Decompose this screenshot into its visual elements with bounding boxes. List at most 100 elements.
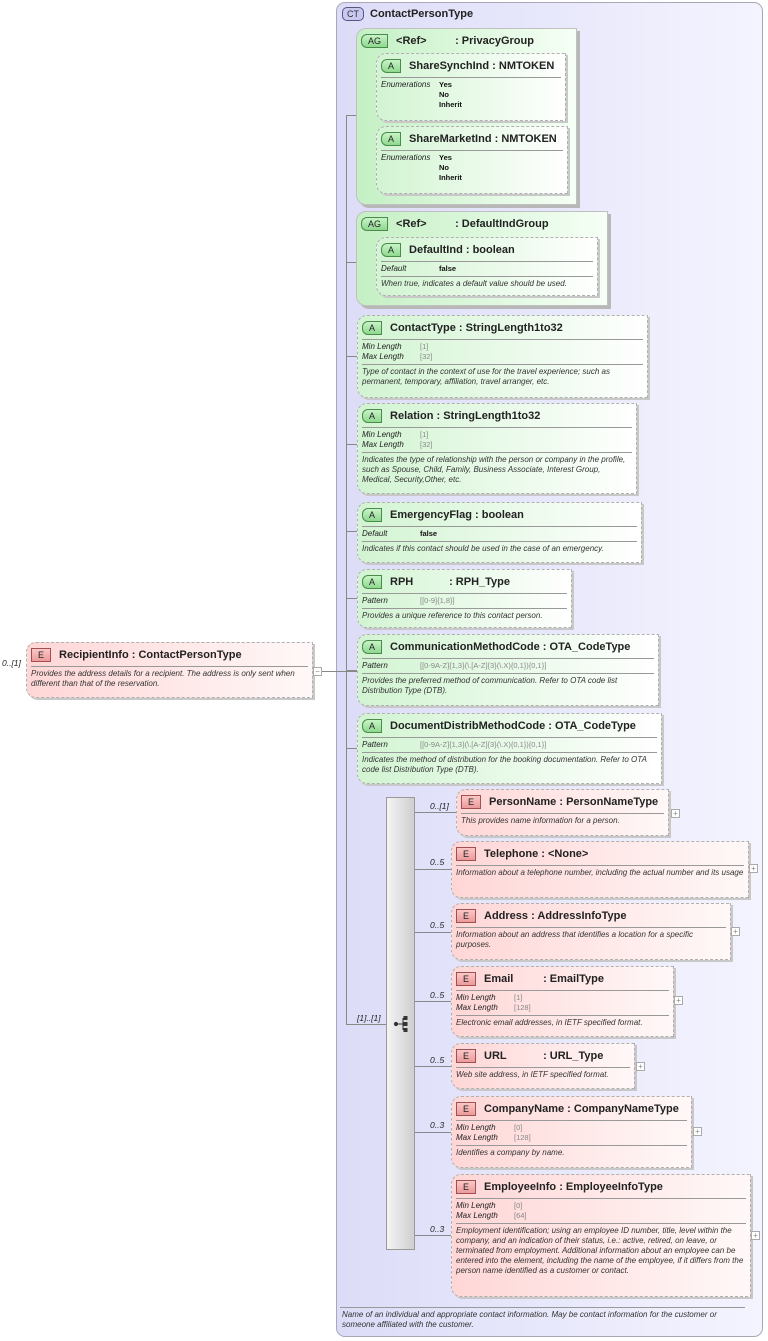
box-name: Relation	[390, 410, 434, 422]
attribute-ota_codetype-documentdistribmethodcode[interactable]: A DocumentDistribMethodCode : OTA_CodeTyp…	[357, 713, 662, 784]
attribute-badge-icon: A	[381, 59, 402, 73]
expand-icon[interactable]: +	[693, 1127, 702, 1136]
box-header: A ContactType : StringLength1to32	[358, 316, 647, 339]
attribute-stringlength1to32-relation[interactable]: A Relation : StringLength1to32 Min Length[…	[357, 403, 637, 494]
facet-value: [1]	[420, 430, 429, 439]
expand-icon[interactable]: +	[751, 1231, 760, 1240]
attribute-boolean-emergencyflag[interactable]: A EmergencyFlag : boolean Default false Indi…	[357, 502, 642, 563]
box-documentation: Indicates if this contact should be used…	[362, 544, 604, 553]
facet-list: Enumerations Yes No Inherit	[377, 78, 565, 112]
facet-label: Pattern	[362, 740, 388, 749]
element-emailtype-email[interactable]: E Email : EmailType Min Length [1] Max Lengt…	[451, 966, 674, 1037]
expand-icon[interactable]: +	[671, 809, 680, 818]
attribute-group-badge-icon: AG	[361, 217, 389, 231]
expand-icon[interactable]: +	[731, 927, 740, 936]
box-header: E URL : URL_Type	[452, 1044, 634, 1067]
box-name: DocumentDistribMethodCode	[390, 720, 546, 732]
box-documentation: This provides name information for a per…	[461, 816, 620, 825]
box-name: <Ref>	[396, 35, 427, 47]
box-name: URL	[484, 1050, 507, 1062]
element-cardinality: 0..3	[430, 1224, 445, 1234]
box-documentation: Information about a telephone number, in…	[456, 868, 744, 877]
box-header: E EmployeeInfo : EmployeeInfoType	[452, 1175, 750, 1198]
element-documentation: Provides the address details for a recip…	[31, 669, 295, 688]
expand-icon[interactable]: +	[674, 996, 683, 1005]
complex-type-documentation: Name of an individual and appropriate co…	[342, 1310, 717, 1329]
box-name: CompanyName	[484, 1103, 565, 1115]
attribute-group-badge-icon: AG	[361, 34, 389, 48]
box-header: A DocumentDistribMethodCode : OTA_CodeTyp…	[358, 714, 661, 737]
expand-icon[interactable]: +	[636, 1062, 645, 1071]
facet-row: Pattern [[0-9]{1,8}]	[362, 596, 567, 606]
box-documentation: Provides a unique reference to this cont…	[362, 611, 543, 620]
box-name: <Ref>	[396, 218, 427, 230]
facet-label: Min Length	[362, 430, 402, 439]
element-employeeinfotype-employeeinfo[interactable]: E EmployeeInfo : EmployeeInfoType Min Leng…	[451, 1174, 751, 1297]
element-companynametype-companyname[interactable]: E CompanyName : CompanyNameType Min Length…	[451, 1096, 692, 1168]
box-type: URL_Type	[549, 1050, 604, 1062]
box-documentation: Provides the preferred method of communi…	[362, 676, 618, 695]
box-type: CompanyNameType	[573, 1103, 679, 1115]
element-url_type-url[interactable]: E URL : URL_Type Web site address, in IETF…	[451, 1043, 635, 1089]
enumeration-value: Yes	[439, 80, 452, 89]
box-documentation: Information about an address that identi…	[456, 930, 694, 949]
facet-value: [[0-9A-Z]{1,3}(\.[A-Z]{3}(\.X){0,1}){0,1…	[420, 661, 547, 670]
box-type: PrivacyGroup	[461, 35, 534, 47]
box-type: <None>	[548, 848, 589, 860]
attribute-nmtoken-sharemarketind[interactable]: A ShareMarketInd : NMTOKEN Enumerations Yes…	[376, 126, 568, 194]
element-cardinality: 0..[1]	[430, 801, 449, 811]
box-header: E Address : AddressInfoType	[452, 904, 730, 927]
box-documentation: Indicates the type of relationship with …	[362, 455, 626, 484]
box-documentation: Electronic email addresses, in IETF spec…	[456, 1018, 643, 1027]
attribute-boolean-defaultind[interactable]: A DefaultInd : boolean Default false When tr…	[376, 237, 598, 296]
facet-row: Min Length [0]	[456, 1123, 687, 1133]
box-header: E PersonName : PersonNameType	[457, 790, 668, 813]
attribute-badge-icon: A	[362, 321, 383, 335]
facet-value: [32]	[420, 352, 433, 361]
facet-label: Min Length	[456, 1201, 496, 1210]
facet-label: Max Length	[456, 1133, 498, 1142]
element-personnametype-personname[interactable]: E PersonName : PersonNameType This provide…	[456, 789, 669, 836]
box-type: EmployeeInfoType	[565, 1181, 663, 1193]
facet-value: [64]	[514, 1211, 527, 1220]
attribute-rph_type-rph[interactable]: A RPH : RPH_Type Pattern [[0-9]{1,8}] Provid…	[357, 569, 572, 628]
element-recipientinfo[interactable]: E RecipientInfo : ContactPersonType Prov…	[26, 642, 313, 698]
facet-list: Default false	[377, 262, 597, 276]
facet-value: [128]	[514, 1003, 531, 1012]
facet-list: Min Length [0] Max Length [64]	[452, 1199, 750, 1223]
box-header: A ShareSynchInd : NMTOKEN	[377, 54, 565, 77]
element-cardinality: 0..3	[430, 1120, 445, 1130]
collapse-icon[interactable]: −	[313, 667, 322, 676]
element-cardinality: 0..5	[430, 1055, 445, 1065]
box-header: A RPH : RPH_Type	[358, 570, 571, 593]
expand-icon[interactable]: +	[749, 864, 758, 873]
facet-list: Min Length [1] Max Length [128]	[452, 991, 673, 1015]
facet-label: Default	[381, 264, 407, 273]
attribute-nmtoken-sharesynchind[interactable]: A ShareSynchInd : NMTOKEN Enumerations Yes N…	[376, 53, 566, 121]
facet-value: [0]	[514, 1123, 523, 1132]
facet-row: Default false	[381, 264, 593, 274]
element-addressinfotype-address[interactable]: E Address : AddressInfoType Information ab…	[451, 903, 731, 960]
facet-row: Pattern [[0-9A-Z]{1,3}(\.[A-Z]{3}(\.X){0,…	[362, 661, 654, 671]
enumeration-values: Yes No Inherit	[439, 80, 462, 110]
box-type: RPH_Type	[455, 576, 510, 588]
box-name: PersonName	[489, 796, 557, 808]
attribute-badge-icon: A	[362, 575, 383, 589]
facet-label: Max Length	[456, 1211, 498, 1220]
box-name: Email	[484, 973, 514, 985]
facet-label: Default	[362, 529, 388, 538]
box-header: E Telephone : <None>	[452, 842, 748, 865]
element-none-telephone[interactable]: E Telephone : <None> Information about a t…	[451, 841, 749, 898]
enumeration-values: Yes No Inherit	[439, 153, 462, 183]
box-name: CommunicationMethodCode	[390, 641, 540, 653]
facet-label: Pattern	[362, 661, 388, 670]
facet-row: Max Length [32]	[362, 352, 643, 362]
attribute-ota_codetype-communicationmethodcode[interactable]: A CommunicationMethodCode : OTA_CodeType P…	[357, 634, 659, 706]
box-type: PersonNameType	[566, 796, 659, 808]
box-type: boolean	[481, 509, 524, 521]
box-documentation: Identifies a company by name.	[456, 1148, 565, 1157]
attribute-badge-icon: A	[381, 243, 402, 257]
box-header: A EmergencyFlag : boolean	[358, 503, 641, 526]
element-type: ContactPersonType	[138, 649, 242, 661]
attribute-stringlength1to32-contacttype[interactable]: A ContactType : StringLength1to32 Min Leng…	[357, 315, 648, 398]
